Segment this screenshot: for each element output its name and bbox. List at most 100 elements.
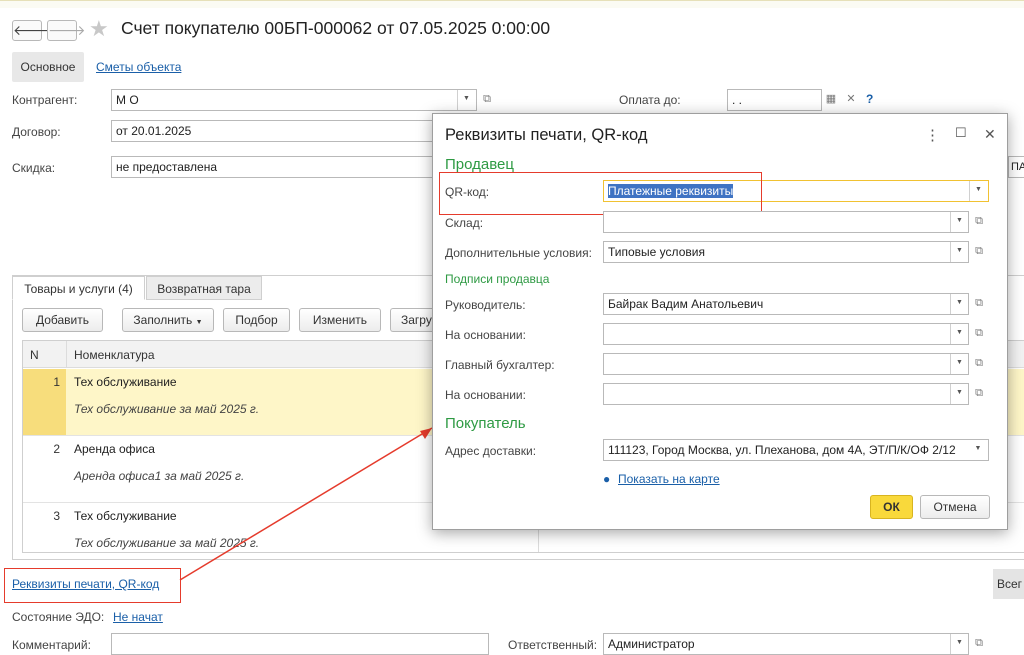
counterparty-field[interactable]: М О: [111, 89, 477, 111]
warehouse-label: Склад:: [445, 216, 484, 230]
discount-value: не предоставлена: [116, 160, 218, 174]
forward-button[interactable]: 🡒: [47, 20, 86, 41]
basis2-label: На основании:: [445, 388, 526, 402]
open-icon[interactable]: ⧉: [970, 384, 988, 404]
dropdown-arrow-icon[interactable]: ▼: [969, 181, 987, 201]
responsible-field[interactable]: Администратор: [603, 633, 969, 655]
signatures-section: Подписи продавца: [445, 272, 550, 286]
map-pin-icon: ●: [603, 472, 611, 486]
row-item: Тех обслуживание: [74, 375, 177, 389]
open-icon[interactable]: ⧉: [970, 634, 988, 654]
dialog-title: Реквизиты печати, QR-код: [445, 126, 648, 144]
qr-value: Платежные реквизиты: [608, 184, 734, 198]
open-icon[interactable]: ⧉: [970, 324, 988, 344]
back-button[interactable]: 🡐: [12, 20, 51, 41]
open-icon[interactable]: ⧉: [970, 354, 988, 374]
fill-button[interactable]: Заполнить ▼: [122, 308, 214, 332]
show-on-map-link[interactable]: Показать на карте: [618, 472, 720, 486]
extra-terms-value: Типовые условия: [608, 245, 705, 259]
basis1-field[interactable]: [603, 323, 969, 345]
row-description: Тех обслуживание за май 2025 г.: [74, 536, 260, 550]
edo-label: Состояние ЭДО:: [12, 610, 105, 624]
top-border: [0, 0, 1024, 8]
right-clipped-field[interactable]: ПА: [1008, 156, 1024, 178]
add-button[interactable]: Добавить: [22, 308, 103, 332]
row-number: 3: [53, 509, 60, 523]
column-nomenclature[interactable]: Номенклатура: [74, 348, 155, 362]
cancel-button[interactable]: Отмена: [920, 495, 990, 519]
open-icon[interactable]: ⧉: [478, 90, 496, 110]
window-title: Счет покупателю 00БП-000062 от 07.05.202…: [121, 18, 551, 38]
contract-value: от 20.01.2025: [116, 124, 192, 138]
pay-until-label: Оплата до:: [619, 93, 681, 107]
tab-goods[interactable]: Товары и услуги (4): [12, 276, 145, 300]
comment-label: Комментарий:: [12, 638, 91, 652]
pay-until-value: . .: [732, 93, 743, 107]
accountant-label: Главный бухгалтер:: [445, 358, 555, 372]
comment-field[interactable]: [111, 633, 489, 655]
qr-field[interactable]: Платежные реквизиты: [603, 180, 989, 202]
dropdown-arrow-icon[interactable]: ▼: [950, 242, 968, 262]
delivery-field[interactable]: 111123, Город Москва, ул. Плеханова, дом…: [603, 439, 989, 461]
dropdown-arrow-icon[interactable]: ▼: [969, 440, 987, 460]
responsible-label: Ответственный:: [508, 638, 598, 652]
row-description: Тех обслуживание за май 2025 г.: [74, 402, 260, 416]
accountant-field[interactable]: [603, 353, 969, 375]
row-item: Аренда офиса: [74, 442, 155, 456]
arrow-right-icon: 🡒: [48, 22, 86, 38]
edit-button[interactable]: Изменить: [299, 308, 381, 332]
print-details-dialog: Реквизиты печати, QR-код ⋮ ☐ ✕ Продавец …: [432, 113, 1008, 530]
estimates-link[interactable]: Сметы объекта: [96, 60, 181, 74]
extra-terms-field[interactable]: Типовые условия: [603, 241, 969, 263]
select-button[interactable]: Подбор: [223, 308, 290, 332]
dropdown-arrow-icon[interactable]: ▼: [950, 294, 968, 314]
qr-label: QR-код:: [445, 185, 490, 199]
dropdown-arrow-icon[interactable]: ▼: [950, 384, 968, 404]
favorite-star-icon[interactable]: ★: [89, 16, 109, 42]
row-number: 1: [23, 369, 66, 435]
warehouse-field[interactable]: [603, 211, 969, 233]
director-label: Руководитель:: [445, 298, 526, 312]
clear-icon[interactable]: ✕: [842, 90, 860, 110]
tab-main[interactable]: Основное: [12, 52, 84, 82]
seller-section: Продавец: [445, 156, 514, 173]
pay-until-field[interactable]: . .: [727, 89, 822, 111]
total-button[interactable]: Всег: [993, 569, 1024, 599]
calendar-icon[interactable]: ▦: [822, 90, 840, 110]
row-number: 2: [53, 442, 60, 456]
delivery-value: 111123, Город Москва, ул. Плеханова, дом…: [608, 443, 956, 457]
help-icon[interactable]: ?: [866, 92, 873, 106]
maximize-icon[interactable]: ☐: [955, 125, 967, 141]
close-icon[interactable]: ✕: [984, 126, 996, 143]
contract-label: Договор:: [12, 125, 61, 139]
fill-label: Заполнить: [133, 313, 193, 327]
dropdown-arrow-icon[interactable]: ▼: [950, 634, 968, 654]
basis1-label: На основании:: [445, 328, 526, 342]
discount-label: Скидка:: [12, 161, 56, 175]
basis2-field[interactable]: [603, 383, 969, 405]
director-field[interactable]: Байрак Вадим Анатольевич: [603, 293, 969, 315]
ok-button[interactable]: ОК: [870, 495, 913, 519]
more-icon[interactable]: ⋮: [925, 126, 940, 144]
counterparty-value: М О: [116, 93, 139, 107]
open-icon[interactable]: ⧉: [970, 242, 988, 262]
column-n[interactable]: N: [30, 348, 39, 362]
right-clipped-value: ПА: [1011, 161, 1024, 173]
edo-status-link[interactable]: Не начат: [113, 610, 163, 624]
delivery-label: Адрес доставки:: [445, 444, 537, 458]
buyer-section: Покупатель: [445, 415, 526, 432]
dropdown-arrow-icon[interactable]: ▼: [950, 212, 968, 232]
dropdown-arrow-icon[interactable]: ▼: [950, 324, 968, 344]
tab-returnable[interactable]: Возвратная тара: [146, 276, 262, 300]
open-icon[interactable]: ⧉: [970, 212, 988, 232]
discount-field[interactable]: не предоставлена: [111, 156, 433, 178]
responsible-value: Администратор: [608, 637, 695, 651]
dropdown-arrow-icon[interactable]: ▼: [950, 354, 968, 374]
row-item: Тех обслуживание: [74, 509, 177, 523]
print-details-link[interactable]: Реквизиты печати, QR-код: [12, 577, 159, 591]
arrow-left-icon: 🡐: [13, 22, 51, 38]
open-icon[interactable]: ⧉: [970, 294, 988, 314]
dropdown-arrow-icon[interactable]: ▼: [457, 90, 475, 110]
contract-field[interactable]: от 20.01.2025: [111, 120, 433, 142]
dropdown-arrow-icon: ▼: [195, 319, 203, 326]
